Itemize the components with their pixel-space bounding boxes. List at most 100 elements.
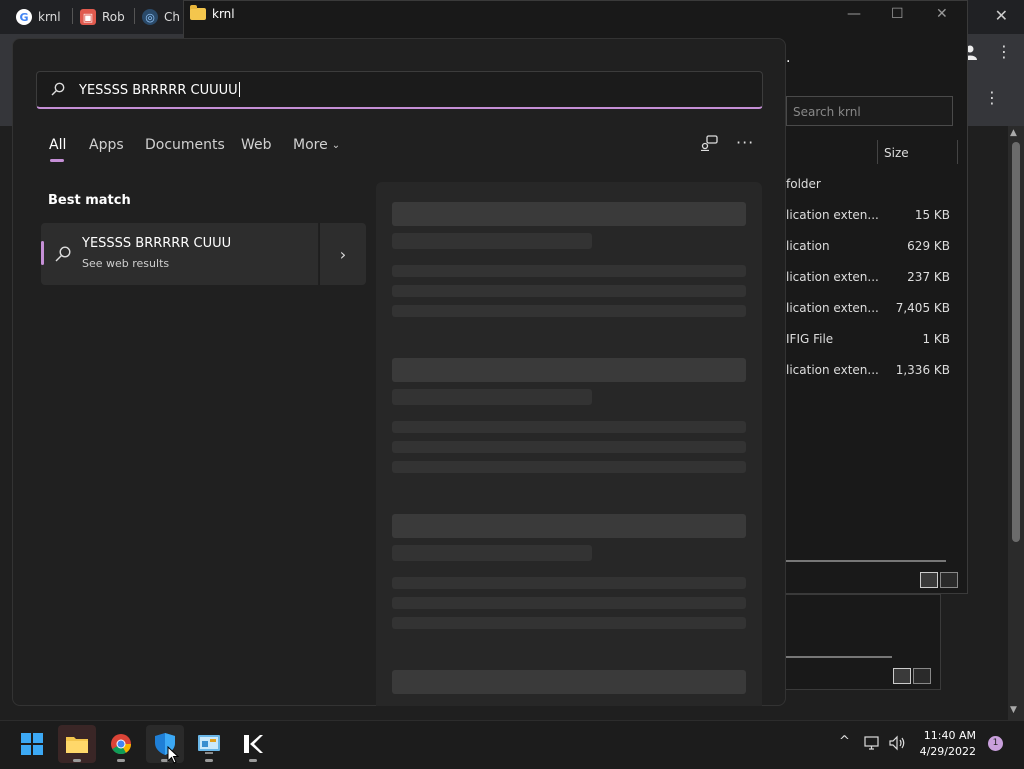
explorer-title-text: krnl (212, 7, 235, 21)
tab-web[interactable]: Web (241, 137, 272, 153)
explorer-overflow-dot: . (786, 50, 791, 66)
result-subtitle: See web results (82, 257, 170, 270)
browser-tab[interactable]: ◎ Ch (142, 6, 180, 28)
explorer-horizontal-scrollbar[interactable] (786, 560, 946, 562)
chevron-down-icon: ⌄ (331, 140, 341, 151)
close-icon[interactable]: ✕ (936, 6, 948, 22)
google-icon: G (16, 9, 32, 25)
thumbnail-view-icon[interactable] (940, 572, 958, 588)
taskbar-control-panel[interactable] (190, 725, 228, 763)
skeleton-bar (392, 441, 746, 453)
explorer-search-input[interactable]: Search krnl (786, 96, 953, 126)
tab-more[interactable]: More ⌄ (293, 137, 340, 153)
skeleton-bar (392, 358, 746, 382)
selection-accent (41, 241, 44, 265)
explorer-title: krnl (190, 5, 235, 21)
best-match-heading: Best match (48, 193, 131, 208)
search-icon (51, 82, 65, 96)
skeleton-bar (392, 461, 746, 473)
file-row[interactable]: lication exten... 15 KB (786, 208, 956, 228)
skeleton-bar (392, 545, 592, 561)
control-panel-icon (198, 735, 220, 754)
details-view-icon[interactable] (893, 668, 911, 684)
tab-separator (134, 8, 135, 24)
skeleton-bar (392, 389, 592, 405)
taskbar-chrome[interactable] (102, 725, 140, 763)
clock-time[interactable]: 11:40 AM (900, 729, 976, 742)
skeleton-bar (392, 233, 592, 249)
scrollbar-thumb[interactable] (1012, 142, 1020, 542)
scroll-up-icon[interactable]: ▲ (1010, 128, 1017, 138)
taskbar-file-explorer[interactable] (58, 725, 96, 763)
start-icon (21, 733, 43, 755)
network-icon[interactable] (864, 736, 882, 750)
running-indicator (73, 759, 81, 762)
chevron-right-icon: › (339, 244, 347, 264)
show-hidden-icons[interactable]: ^ (839, 734, 850, 749)
file-explorer-icon (66, 737, 88, 753)
search-input[interactable]: YESSSS BRRRRR CUUUU (36, 71, 763, 109)
skeleton-bar (392, 421, 746, 433)
search-query-text[interactable]: YESSSS BRRRRR CUUUU (79, 82, 240, 98)
minimize-icon[interactable]: — (847, 6, 861, 22)
scroll-down-icon[interactable]: ▼ (1010, 705, 1017, 715)
folder-icon (190, 5, 206, 20)
details-view-icon[interactable] (920, 572, 938, 588)
mouse-cursor-icon (167, 746, 179, 764)
browser-tab[interactable]: G krnl (16, 6, 61, 28)
start-button[interactable] (13, 725, 51, 763)
skeleton-bar (392, 577, 746, 589)
tab-all[interactable]: All (49, 137, 66, 153)
skeleton-bar (392, 285, 746, 297)
browser-menu-icon[interactable]: ⋮ (996, 42, 1012, 61)
column-separator[interactable] (957, 140, 958, 164)
maximize-icon[interactable]: ☐ (891, 6, 904, 22)
tab-documents[interactable]: Documents (145, 137, 225, 153)
more-options-icon[interactable]: ··· (736, 133, 754, 152)
view-toggle (893, 668, 931, 684)
page-icon: ◎ (142, 9, 158, 25)
tab-separator (72, 8, 73, 24)
text-caret (238, 82, 240, 97)
clock-date[interactable]: 4/29/2022 (900, 745, 976, 758)
page-menu-icon[interactable]: ⋮ (984, 88, 1000, 107)
skeleton-bar (392, 265, 746, 277)
roblox-icon: ▣ (80, 9, 96, 25)
open-result-button[interactable]: › (319, 223, 366, 285)
browser-tab[interactable]: ▣ Rob (80, 6, 125, 28)
file-row[interactable]: lication exten... 237 KB (786, 270, 956, 290)
view-toggle (920, 572, 958, 588)
notification-badge[interactable]: 1 (988, 736, 1003, 751)
skeleton-bar (392, 617, 746, 629)
search-icon (55, 246, 71, 262)
skeleton-bar (392, 305, 746, 317)
file-row[interactable]: lication exten... 7,405 KB (786, 301, 956, 321)
skeleton-bar (392, 514, 746, 538)
chrome-icon (111, 734, 132, 755)
share-results-icon[interactable] (700, 135, 718, 151)
krnl-icon (244, 735, 263, 753)
file-row[interactable]: lication 629 KB (786, 239, 956, 259)
running-indicator (249, 759, 257, 762)
browser-tab-label: Rob (102, 10, 125, 24)
active-tab-indicator (50, 159, 64, 162)
file-row[interactable]: lication exten... 1,336 KB (786, 363, 956, 383)
explorer-horizontal-scrollbar[interactable] (786, 656, 892, 658)
best-match-result[interactable] (41, 223, 318, 285)
browser-tab-label: krnl (38, 10, 61, 24)
skeleton-bar (392, 202, 746, 226)
column-header-size[interactable]: Size (884, 146, 909, 160)
file-row[interactable]: IFIG File 1 KB (786, 332, 956, 352)
column-separator[interactable] (877, 140, 878, 164)
running-indicator (117, 759, 125, 762)
browser-tab-label: Ch (164, 10, 180, 24)
skeleton-bar (392, 670, 746, 694)
result-title: YESSSS BRRRRR CUUU (82, 236, 232, 251)
skeleton-bar (392, 597, 746, 609)
taskbar-krnl[interactable] (234, 725, 272, 763)
browser-close-icon[interactable]: ✕ (995, 6, 1008, 25)
file-row[interactable]: folder (786, 177, 956, 197)
running-indicator (205, 759, 213, 762)
thumbnail-view-icon[interactable] (913, 668, 931, 684)
tab-apps[interactable]: Apps (89, 137, 124, 153)
